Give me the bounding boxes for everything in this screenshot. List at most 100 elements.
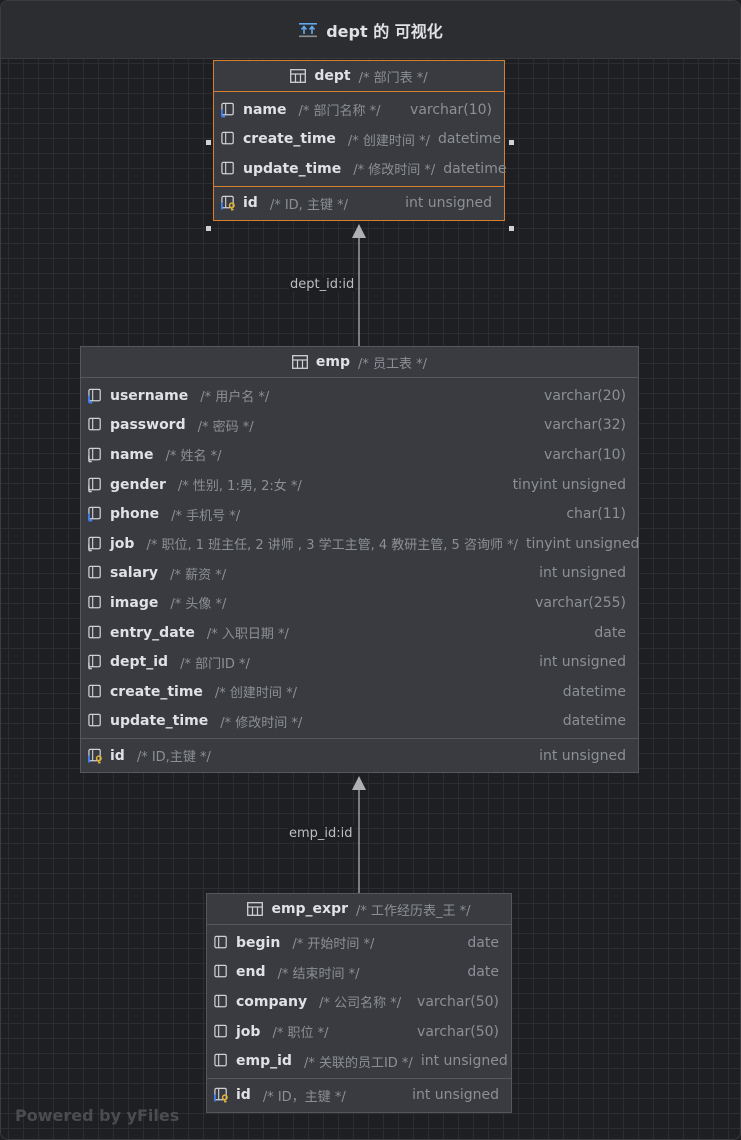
column-row[interactable]: image /* 头像 */ varchar(255) — [81, 588, 638, 618]
column-name: id — [243, 195, 258, 212]
column-type: date — [594, 624, 626, 641]
column-type: varchar(10) — [410, 101, 492, 118]
column-comment: /* 头像 */ — [170, 597, 227, 613]
column-type: varchar(32) — [544, 417, 626, 434]
column-row[interactable]: salary /* 薪资 */ int unsigned — [81, 559, 638, 589]
entity-emp[interactable]: emp /* 员工表 */ username /* 用户名 */ varchar(2… — [80, 346, 640, 774]
column-icon — [214, 935, 227, 949]
primary-key-section: id /* ID，主键 */ int unsigned — [207, 1077, 511, 1112]
column-icon — [214, 1053, 227, 1067]
column-row[interactable]: phone /* 手机号 */ char(11) — [81, 499, 638, 529]
table-icon — [247, 902, 264, 916]
column-type: char(11) — [566, 506, 626, 523]
column-comment: /* ID,主键 */ — [136, 750, 211, 766]
primary-key-section: id /* ID,主键 */ int unsigned — [81, 738, 638, 772]
column-type: int unsigned — [412, 1087, 499, 1104]
column-row[interactable]: update_time /* 修改时间 */ datetime — [214, 154, 507, 184]
column-icon — [221, 161, 234, 175]
column-name: salary — [110, 565, 159, 582]
nullable-column-icon — [88, 536, 101, 552]
column-row[interactable]: emp_id /* 关联的员工ID */ int unsigned — [207, 1046, 511, 1076]
column-comment: /* ID，主键 */ — [262, 1089, 346, 1105]
column-icon — [88, 595, 101, 609]
column-comment: /* 姓名 */ — [165, 449, 222, 465]
column-name: end — [236, 964, 266, 981]
column-comment: /* 创建时间 */ — [214, 686, 297, 702]
column-comment: /* 结束时间 */ — [277, 966, 360, 982]
column-row[interactable]: password /* 密码 */ varchar(32) — [81, 411, 638, 441]
column-comment: /* 部门ID */ — [180, 656, 250, 672]
column-row[interactable]: name /* 部门名称 */ varchar(10) — [214, 95, 504, 125]
primary-key-icon — [213, 1088, 228, 1103]
column-icon — [88, 625, 101, 638]
entity-comment: /* 员工表 */ — [358, 356, 428, 372]
column-row[interactable]: end /* 结束时间 */ date — [207, 958, 511, 988]
column-name: id — [236, 1087, 251, 1104]
column-row[interactable]: username /* 用户名 */ varchar(20) — [81, 381, 638, 411]
column-name: gender — [110, 476, 166, 493]
column-row[interactable]: begin /* 开始时间 */ date — [207, 928, 511, 958]
column-name: update_time — [110, 713, 209, 730]
relation-label-emp-id: emp_id:id — [288, 826, 354, 841]
column-row[interactable]: create_time /* 创建时间 */ datetime — [214, 125, 504, 155]
column-comment: /* 薪资 */ — [170, 567, 227, 583]
column-type: int unsigned — [405, 195, 492, 212]
column-comment: /* 职位, 1 班主任, 2 讲师 , 3 学工主管, 4 教研主管, 5 咨… — [146, 538, 518, 554]
column-row[interactable]: job /* 职位, 1 班主任, 2 讲师 , 3 学工主管, 4 教研主管, … — [81, 529, 640, 559]
resize-handle[interactable] — [206, 140, 211, 145]
column-icon — [88, 684, 101, 698]
column-name: begin — [236, 934, 281, 951]
column-row[interactable]: create_time /* 创建时间 */ datetime — [81, 677, 638, 707]
column-comment: /* 修改时间 */ — [353, 163, 436, 179]
column-comment: /* ID, 主键 */ — [269, 197, 348, 213]
column-comment: /* 密码 */ — [197, 419, 254, 435]
primary-key-row[interactable]: id /* ID，主键 */ int unsigned — [207, 1079, 511, 1112]
title-bar: dept 的 可视化 — [1, 1, 740, 59]
column-name: name — [110, 446, 154, 463]
column-type: datetime — [437, 131, 502, 148]
column-list: begin /* 开始时间 */ date end /* 结束时间 */ date comp… — [207, 925, 511, 1078]
column-icon — [88, 566, 101, 579]
column-type: datetime — [443, 160, 507, 177]
primary-key-section: id /* ID, 主键 */ int unsigned — [214, 185, 504, 220]
table-icon — [290, 69, 307, 83]
column-row[interactable]: dept_id /* 部门ID */ int unsigned — [81, 647, 638, 677]
entity-dept[interactable]: dept /* 部门表 */ name /* 部门名称 */ varchar(10)… — [213, 60, 507, 221]
column-comment: /* 职位 */ — [272, 1026, 329, 1042]
column-type: tinyint unsigned — [525, 535, 640, 552]
column-name: update_time — [243, 160, 342, 177]
primary-key-row[interactable]: id /* ID, 主键 */ int unsigned — [214, 187, 504, 220]
column-row[interactable]: name /* 姓名 */ varchar(10) — [81, 440, 638, 470]
column-comment: /* 公司名称 */ — [319, 996, 402, 1012]
resize-handle[interactable] — [509, 140, 514, 145]
column-comment: /* 部门名称 */ — [298, 104, 381, 120]
column-name: image — [110, 594, 159, 611]
entity-emp-expr[interactable]: emp_expr /* 工作经历表_王 */ begin /* 开始时间 */ da… — [206, 893, 512, 1113]
column-name: phone — [110, 506, 160, 523]
column-name: create_time — [110, 683, 203, 700]
resize-handle[interactable] — [509, 226, 514, 231]
column-type: tinyint unsigned — [512, 476, 626, 493]
relation-label-dept-id: dept_id:id — [289, 277, 356, 292]
column-name: job — [236, 1023, 261, 1040]
column-icon — [88, 714, 101, 727]
column-row[interactable]: company /* 公司名称 */ varchar(50) — [207, 987, 511, 1017]
column-type: datetime — [562, 683, 626, 700]
column-row[interactable]: entry_date /* 入职日期 */ date — [81, 618, 638, 648]
column-name: create_time — [243, 131, 336, 148]
column-comment: /* 用户名 */ — [200, 390, 270, 406]
entity-comment: /* 部门表 */ — [358, 70, 428, 86]
diagram-icon — [299, 22, 318, 37]
column-comment: /* 开始时间 */ — [292, 937, 375, 953]
column-name: name — [243, 101, 287, 118]
column-name: id — [110, 747, 125, 764]
column-comment: /* 性别, 1:男, 2:女 */ — [177, 479, 302, 495]
column-row[interactable]: update_time /* 修改时间 */ datetime — [81, 707, 638, 737]
primary-key-row[interactable]: id /* ID,主键 */ int unsigned — [81, 739, 638, 772]
entity-name: emp_expr — [271, 901, 349, 917]
column-row[interactable]: gender /* 性别, 1:男, 2:女 */ tinyint unsigned — [81, 470, 638, 500]
nullable-column-icon — [88, 654, 101, 670]
resize-handle[interactable] — [206, 226, 211, 231]
column-name: username — [110, 387, 189, 404]
column-row[interactable]: job /* 职位 */ varchar(50) — [207, 1017, 511, 1047]
